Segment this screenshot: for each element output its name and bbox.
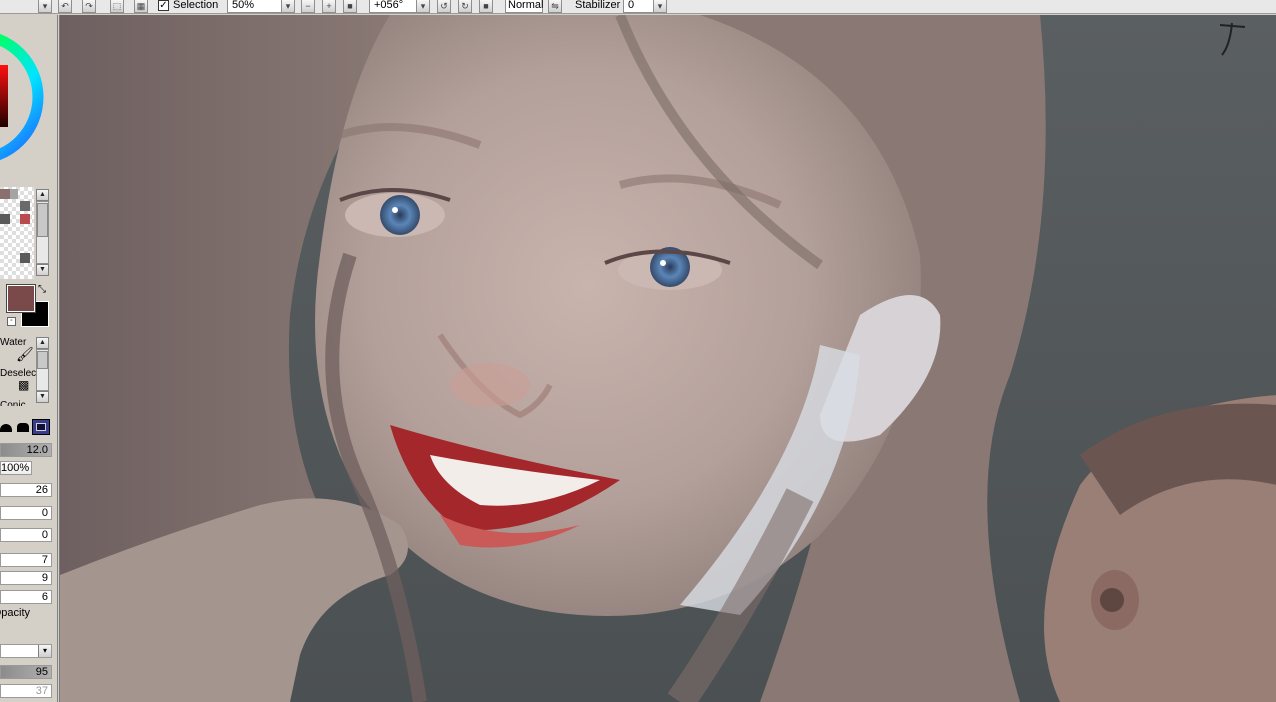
zoom-field[interactable]: 50%: [227, 0, 283, 13]
deselect-button[interactable]: ⬚: [110, 0, 124, 13]
tool-scroll-down[interactable]: ▼: [36, 391, 49, 403]
arrow-up-icon: ▲: [39, 191, 46, 198]
palette-scroll-down[interactable]: ▼: [36, 264, 49, 276]
next-value-field[interactable]: 37: [0, 684, 52, 698]
checkmark-icon: ✓: [159, 0, 168, 11]
reset-icon: ■: [347, 1, 353, 11]
rotation-field[interactable]: +056°: [369, 0, 417, 13]
rotate-right-button[interactable]: ↻: [458, 0, 472, 13]
rotate-reset-button[interactable]: ■: [479, 0, 493, 13]
tool-scroll-up[interactable]: ▲: [36, 337, 49, 349]
rotation-dropdown-button[interactable]: ▾: [416, 0, 430, 13]
brush-value-5[interactable]: 9: [0, 571, 52, 585]
portrait-painting: [60, 15, 1276, 702]
tool-scroll-thumb[interactable]: [37, 351, 48, 369]
brush-size-field[interactable]: 12.0: [0, 443, 52, 457]
blend-select[interactable]: ▾: [0, 644, 52, 658]
chevron-down-icon: ▾: [420, 0, 426, 11]
palette-swatch[interactable]: [0, 214, 10, 224]
arrow-down-icon: ▼: [39, 393, 46, 400]
chevron-down-icon: ▾: [657, 0, 663, 11]
tool-conic-label[interactable]: Conic: [0, 400, 26, 406]
chevron-down-icon: ▾: [285, 0, 291, 11]
brush-value-2[interactable]: 0: [0, 506, 52, 520]
rotate-right-icon: ↻: [461, 0, 469, 11]
selection-checkbox[interactable]: ✓: [158, 0, 169, 11]
minus-icon: −: [305, 1, 311, 11]
palette-swatch[interactable]: [20, 201, 30, 211]
brush-shape-flat[interactable]: [16, 419, 30, 433]
blend-mode-select[interactable]: Normal: [505, 0, 543, 13]
opacity-field[interactable]: 95: [0, 665, 52, 679]
toolbar-dropdown-button[interactable]: ▾: [38, 0, 52, 13]
reset-colors-icon[interactable]: ▫: [7, 317, 16, 326]
flip-icon: ⇋: [551, 0, 559, 11]
selection-label: Selection: [173, 0, 219, 11]
chevron-down-icon: ▾: [42, 0, 48, 11]
brush-value-1[interactable]: 26: [0, 483, 52, 497]
palette-scroll-up[interactable]: ▲: [36, 189, 49, 201]
brush-value-6[interactable]: 6: [0, 590, 52, 604]
foreground-color[interactable]: [6, 284, 36, 313]
stabilizer-dropdown-button[interactable]: ▾: [653, 0, 667, 13]
palette-swatch[interactable]: [20, 253, 30, 263]
rotate-left-button[interactable]: ↺: [437, 0, 451, 13]
brush-shape-round[interactable]: [0, 419, 14, 433]
brush-value-4[interactable]: 7: [0, 553, 52, 567]
undo-icon: ↶: [61, 0, 69, 11]
invert-selection-icon: ▦: [136, 0, 146, 11]
deselect-icon: ⬚: [112, 0, 122, 11]
brush-shape-square-selected[interactable]: [32, 419, 50, 435]
redo-button[interactable]: ↷: [82, 0, 96, 13]
top-toolbar: ▾ ↶ ↷ ⬚ ▦ ✓ Selection 50% ▾ − + ■ +056° …: [0, 0, 1276, 14]
palette-swatch[interactable]: [20, 214, 30, 224]
color-wheel[interactable]: [0, 25, 44, 185]
zoom-in-button[interactable]: +: [322, 0, 336, 13]
swap-colors-icon[interactable]: ⤡: [38, 285, 46, 295]
arrow-up-icon: ▲: [39, 339, 46, 346]
flip-horizontal-button[interactable]: ⇋: [548, 0, 562, 13]
plus-icon: +: [326, 1, 332, 11]
rotate-left-icon: ↺: [440, 0, 448, 11]
zoom-reset-button[interactable]: ■: [343, 0, 357, 13]
arrow-down-icon: ▼: [39, 266, 46, 273]
left-tool-panel: ▲ ▼ ⤡ ▫ Water 🖌 Deselect ▩ Conic ▲ ▼ 12.…: [0, 15, 58, 702]
drawing-canvas[interactable]: [59, 15, 1276, 702]
stabilizer-label: Stabilizer: [575, 0, 621, 11]
undo-button[interactable]: ↶: [58, 0, 72, 13]
brush-density-field[interactable]: 100%: [0, 461, 32, 475]
zoom-out-button[interactable]: −: [301, 0, 315, 13]
palette-scroll-thumb[interactable]: [37, 203, 48, 237]
reset-icon: ■: [483, 1, 489, 11]
palette-swatch[interactable]: [0, 189, 10, 199]
deselect-tool-icon[interactable]: ▩: [18, 379, 29, 391]
redo-icon: ↷: [85, 0, 93, 11]
brush-icon[interactable]: 🖌: [16, 347, 34, 361]
brush-value-3[interactable]: 0: [0, 528, 52, 542]
opacity-label: Opacity: [0, 607, 30, 619]
stabilizer-select[interactable]: 0: [623, 0, 655, 13]
invert-selection-button[interactable]: ▦: [134, 0, 148, 13]
chevron-down-icon: ▾: [38, 645, 51, 657]
zoom-dropdown-button[interactable]: ▾: [281, 0, 295, 13]
